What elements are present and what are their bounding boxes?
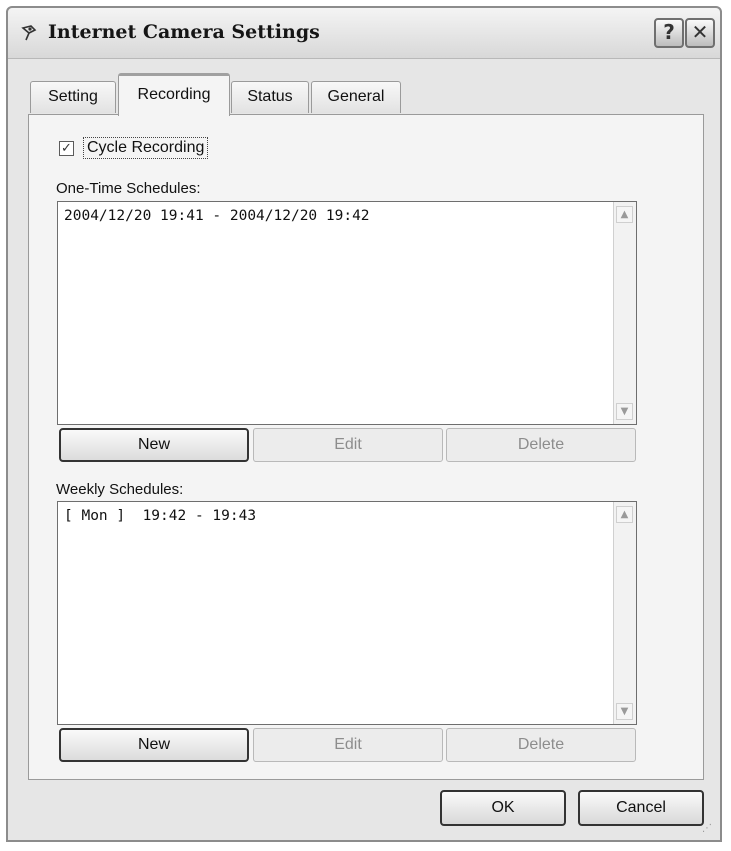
tab-recording[interactable]: Recording (118, 73, 230, 116)
weekly-schedules-list[interactable]: [ Mon ] 19:42 - 19:43 ▲ ▼ (57, 501, 637, 725)
one-time-new-button[interactable]: New (59, 428, 249, 462)
scroll-down-arrow-icon[interactable]: ▼ (616, 403, 633, 420)
weekly-schedules-label: Weekly Schedules: (56, 481, 184, 498)
recording-panel: ✓ Cycle Recording One-Time Schedules: 20… (28, 114, 704, 780)
ok-button[interactable]: OK (440, 790, 566, 826)
resize-grip-icon[interactable]: ⋰ (702, 822, 716, 836)
one-time-delete-button[interactable]: Delete (446, 428, 636, 462)
tab-status[interactable]: Status (231, 81, 309, 113)
camera-app-icon (21, 25, 37, 41)
scroll-up-arrow-icon[interactable]: ▲ (616, 206, 633, 223)
one-time-schedules-label: One-Time Schedules: (56, 180, 201, 197)
vertical-scrollbar[interactable]: ▲ ▼ (613, 202, 636, 424)
settings-dialog: Internet Camera Settings ? ✕ Setting Rec… (6, 6, 722, 842)
tab-setting[interactable]: Setting (30, 81, 116, 113)
list-item[interactable]: [ Mon ] 19:42 - 19:43 (64, 508, 256, 524)
cycle-recording-checkbox[interactable]: ✓ (59, 141, 74, 156)
one-time-edit-button[interactable]: Edit (253, 428, 443, 462)
help-button[interactable]: ? (654, 18, 684, 48)
title-bar[interactable]: Internet Camera Settings ? ✕ (8, 8, 720, 59)
list-item[interactable]: 2004/12/20 19:41 - 2004/12/20 19:42 (64, 208, 370, 224)
weekly-delete-button[interactable]: Delete (446, 728, 636, 762)
vertical-scrollbar[interactable]: ▲ ▼ (613, 502, 636, 724)
cycle-recording-label[interactable]: Cycle Recording (83, 137, 209, 159)
close-button[interactable]: ✕ (685, 18, 715, 48)
cancel-button[interactable]: Cancel (578, 790, 704, 826)
weekly-new-button[interactable]: New (59, 728, 249, 762)
scroll-up-arrow-icon[interactable]: ▲ (616, 506, 633, 523)
scroll-down-arrow-icon[interactable]: ▼ (616, 703, 633, 720)
weekly-edit-button[interactable]: Edit (253, 728, 443, 762)
window-title: Internet Camera Settings (48, 21, 320, 43)
tab-general[interactable]: General (311, 81, 401, 113)
one-time-schedules-list[interactable]: 2004/12/20 19:41 - 2004/12/20 19:42 ▲ ▼ (57, 201, 637, 425)
